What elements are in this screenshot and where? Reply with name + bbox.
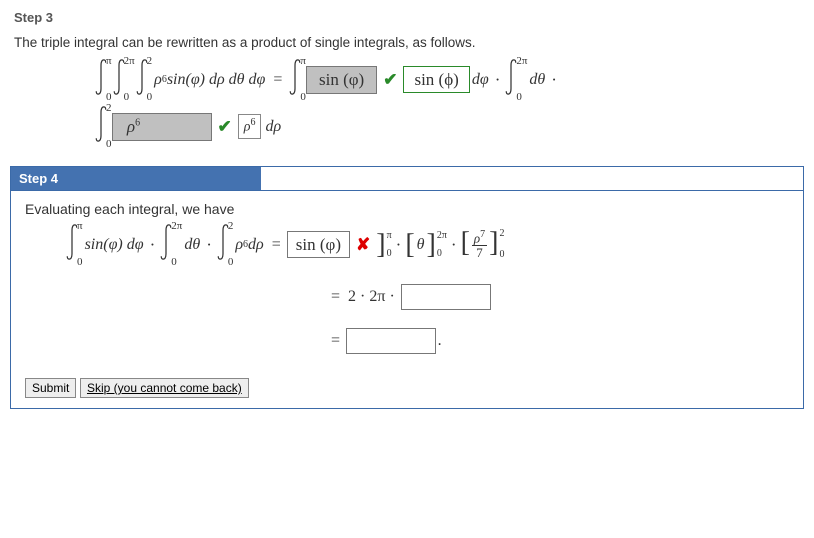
dot-2: · (551, 70, 557, 90)
drho-text: dρ (265, 118, 281, 136)
step4-equation-row1: π0 sin(φ) dφ · 2π0 dθ · 20 ρ6 dρ = sin (… (65, 223, 789, 266)
int-3: 20 (135, 58, 153, 101)
lhs-integrand: ρ6 sin(φ) dρ dθ dφ (154, 71, 265, 89)
answer-box-sin-phi-green[interactable]: sin (ϕ) (403, 66, 469, 93)
equals-1: = (273, 71, 282, 89)
step4-line2: = 2 · 2π · (325, 284, 789, 310)
skip-button[interactable]: Skip (you cannot come back) (80, 378, 249, 398)
step3-equation-row1: π0 2π0 20 ρ6 sin(φ) dρ dθ dφ = π0 sin (φ… (94, 58, 798, 101)
step3-intro: The triple integral can be rewritten as … (14, 35, 798, 50)
check-icon-2: ✔ (218, 117, 232, 137)
small-box-rho6: ρ6 (238, 114, 262, 139)
dot-1: · (495, 70, 501, 90)
dphi-text: dφ (472, 71, 489, 89)
int-1: π0 (94, 58, 112, 101)
int-rhs1: π0 (288, 58, 306, 101)
answer-box-empty-2[interactable] (346, 328, 436, 354)
step-3-section: Step 3 The triple integral can be rewrit… (6, 6, 808, 158)
answer-box-step4[interactable]: sin (φ) (287, 231, 350, 258)
int-rhs3: 2π0 (504, 58, 527, 101)
int-2: 2π0 (112, 58, 135, 101)
s4-i2: dθ (184, 236, 200, 254)
bracket-eval-1: ] π0 (376, 231, 391, 259)
s4-i3: ρ6 dρ (235, 236, 263, 254)
bracket-eval-2: [ θ ] 2π0 (405, 231, 447, 259)
submit-button[interactable]: Submit (25, 378, 76, 398)
answer-box-empty-1[interactable] (401, 284, 491, 310)
int-line2: 20 (94, 105, 112, 148)
s4-int3: 20 (216, 223, 234, 266)
cross-icon: ✘ (356, 235, 370, 255)
step3-equation-row2: 20 ρ6 ✔ ρ6 dρ (94, 105, 798, 148)
step-4-section: Step 4 Evaluating each integral, we have… (10, 166, 804, 409)
answer-box-rho6[interactable]: ρ6 (112, 113, 212, 141)
dtheta-text: dθ (529, 71, 545, 89)
step4-intro: Evaluating each integral, we have (25, 201, 789, 217)
step4-title: Step 4 (11, 167, 261, 190)
button-row: Submit Skip (you cannot come back) (25, 378, 789, 398)
s4-int2: 2π0 (159, 223, 182, 266)
s4-int1: π0 (65, 223, 83, 266)
step4-line3: = . (325, 328, 789, 354)
check-icon-1: ✔ (383, 70, 397, 90)
answer-box-sin-phi-1[interactable]: sin (φ) (306, 66, 377, 94)
s4-i1: sin(φ) dφ (85, 236, 144, 254)
step3-title: Step 3 (14, 10, 798, 25)
bracket-eval-3: [ ρ7 7 ] 20 (461, 229, 505, 261)
